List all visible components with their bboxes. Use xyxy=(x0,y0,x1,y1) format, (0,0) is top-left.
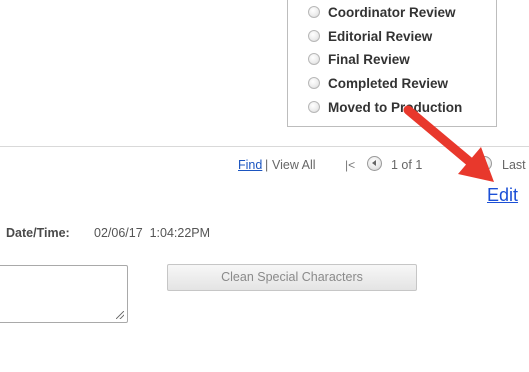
page-count: 1 of 1 xyxy=(391,158,423,172)
status-option-final-review[interactable]: Final Review xyxy=(308,50,410,68)
section-divider xyxy=(0,146,529,147)
radio-button[interactable] xyxy=(308,77,320,89)
status-option-label: Editorial Review xyxy=(328,28,433,44)
nav-separator: | xyxy=(265,158,269,172)
status-radio-group: Coordinator Review Editorial Review Fina… xyxy=(287,0,497,127)
status-option-moved-to-production[interactable]: Moved to Production xyxy=(308,98,462,116)
previous-icon[interactable] xyxy=(367,156,382,171)
status-option-label: Final Review xyxy=(328,51,410,67)
edit-link[interactable]: Edit xyxy=(487,185,518,206)
first-page-button[interactable]: |< xyxy=(345,158,355,172)
resize-handle-icon[interactable] xyxy=(116,311,124,319)
radio-button[interactable] xyxy=(308,101,320,113)
status-option-label: Completed Review xyxy=(328,75,449,91)
datetime-value: 02/06/17 1:04:22PM xyxy=(94,226,211,240)
status-option-label: Moved to Production xyxy=(328,99,463,115)
datetime-label: Date/Time: xyxy=(6,226,70,240)
next-icon[interactable] xyxy=(477,156,492,171)
status-option-coordinator-review[interactable]: Coordinator Review xyxy=(308,3,456,21)
radio-button[interactable] xyxy=(308,53,320,65)
find-link[interactable]: Find xyxy=(238,158,262,172)
comment-textarea[interactable] xyxy=(0,265,128,323)
status-option-label: Coordinator Review xyxy=(328,4,456,20)
radio-button[interactable] xyxy=(308,6,320,18)
view-all-link[interactable]: View All xyxy=(272,158,316,172)
clean-special-characters-button[interactable]: Clean Special Characters xyxy=(167,264,417,291)
status-option-completed-review[interactable]: Completed Review xyxy=(308,74,448,92)
radio-button[interactable] xyxy=(308,30,320,42)
status-option-editorial-review[interactable]: Editorial Review xyxy=(308,27,432,45)
grid-navigation-bar: Find | View All |< 1 of 1 Last xyxy=(0,156,529,174)
last-page-link[interactable]: Last xyxy=(502,158,526,172)
